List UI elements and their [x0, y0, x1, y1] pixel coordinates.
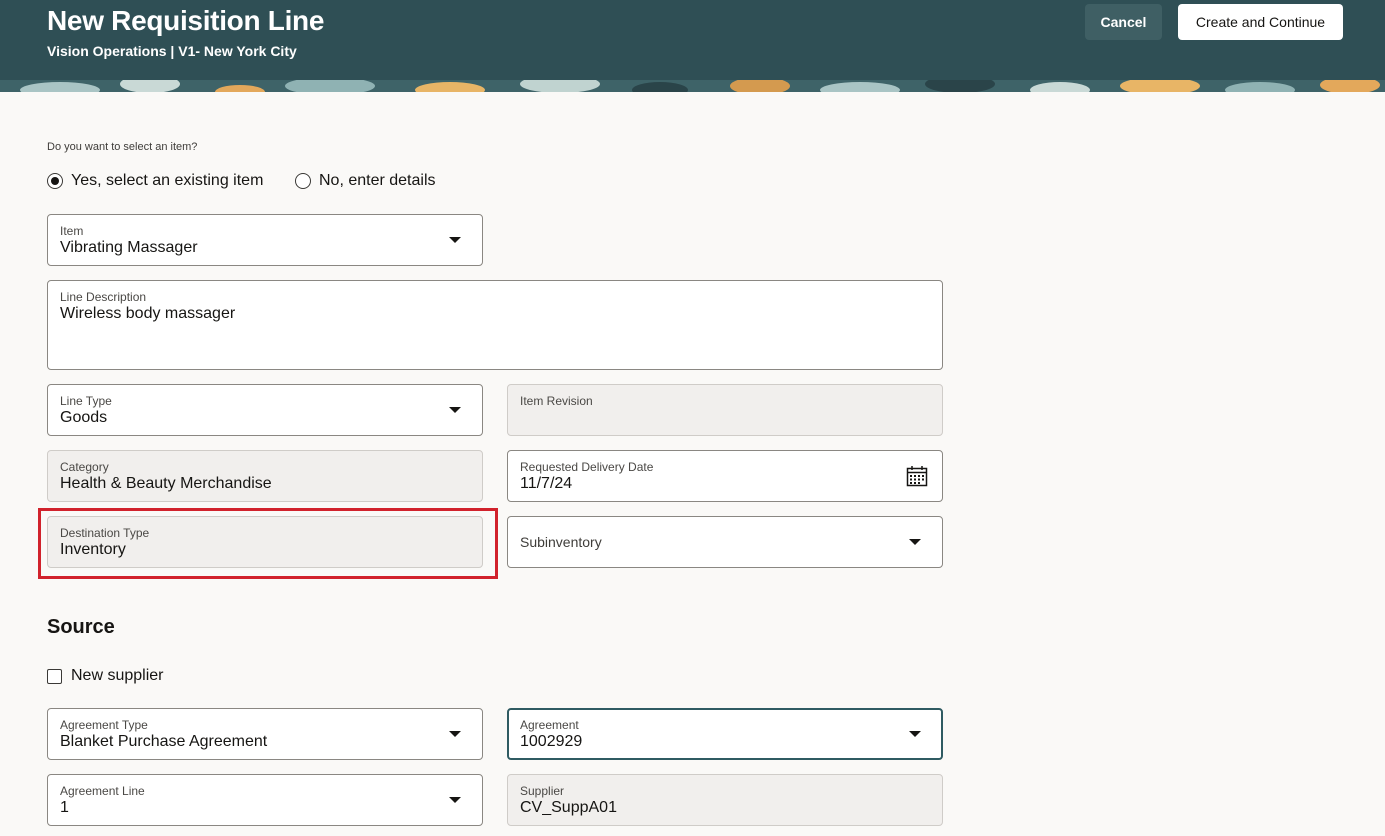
- field-label: Item Revision: [520, 394, 593, 408]
- chevron-down-icon[interactable]: [909, 731, 921, 737]
- field-label: Line Description: [60, 290, 147, 304]
- radio-unchecked-icon: [295, 173, 311, 189]
- agreement-line-select[interactable]: Agreement Line 1: [47, 774, 483, 826]
- field-label: Destination Type: [60, 526, 150, 540]
- radio-checked-icon: [47, 173, 63, 189]
- destination-type-field: Destination Type Inventory: [47, 516, 483, 568]
- field-value: Health & Beauty Merchandise: [60, 475, 272, 492]
- field-value: Goods: [60, 409, 108, 426]
- checkbox-unchecked-icon: [47, 668, 62, 684]
- subinventory-select[interactable]: Subinventory: [507, 516, 943, 568]
- field-label: Agreement Line: [60, 784, 145, 798]
- requested-delivery-date-input[interactable]: Requested Delivery Date 11/7/24: [507, 450, 943, 502]
- field-value: Wireless body massager: [60, 305, 236, 322]
- page-header: New Requisition Line Vision Operations |…: [0, 0, 1385, 92]
- chevron-down-icon[interactable]: [449, 797, 461, 803]
- checkbox-label: New supplier: [71, 667, 164, 684]
- field-value: 11/7/24: [520, 475, 573, 492]
- page-subtitle: Vision Operations | V1- New York City: [47, 43, 297, 59]
- field-value: Inventory: [60, 541, 126, 558]
- field-value: Vibrating Massager: [60, 239, 198, 256]
- field-label: Agreement Type: [60, 718, 148, 732]
- field-label: Agreement: [520, 718, 579, 732]
- radio-label: Yes, select an existing item: [71, 172, 264, 189]
- new-supplier-checkbox[interactable]: New supplier: [47, 667, 163, 685]
- cancel-button[interactable]: Cancel: [1085, 4, 1162, 40]
- field-label: Supplier: [520, 784, 565, 798]
- field-label: Category: [60, 460, 109, 474]
- calendar-icon[interactable]: [906, 465, 928, 487]
- item-select[interactable]: Item Vibrating Massager: [47, 214, 483, 266]
- supplier-field: Supplier CV_SuppA01: [507, 774, 943, 826]
- field-label: Requested Delivery Date: [520, 460, 654, 474]
- radio-select-existing-item[interactable]: Yes, select an existing item: [47, 172, 263, 190]
- item-selection-question: Do you want to select an item?: [47, 141, 198, 153]
- line-type-select[interactable]: Line Type Goods: [47, 384, 483, 436]
- radio-enter-details[interactable]: No, enter details: [295, 172, 436, 190]
- field-label: Item: [60, 224, 84, 238]
- radio-label: No, enter details: [319, 172, 436, 189]
- field-value: 1: [60, 799, 69, 816]
- category-field: Category Health & Beauty Merchandise: [47, 450, 483, 502]
- create-and-continue-button[interactable]: Create and Continue: [1178, 4, 1343, 40]
- page-title: New Requisition Line: [47, 5, 325, 36]
- field-label: Subinventory: [520, 534, 602, 550]
- chevron-down-icon[interactable]: [449, 731, 461, 737]
- item-revision-field: Item Revision: [507, 384, 943, 436]
- field-value: Blanket Purchase Agreement: [60, 733, 268, 750]
- decorative-banner: [0, 80, 1385, 92]
- agreement-type-select[interactable]: Agreement Type Blanket Purchase Agreemen…: [47, 708, 483, 760]
- field-value: CV_SuppA01: [520, 799, 617, 816]
- chevron-down-icon[interactable]: [449, 237, 461, 243]
- chevron-down-icon[interactable]: [449, 407, 461, 413]
- line-description-textarea[interactable]: Line Description Wireless body massager: [47, 280, 943, 370]
- source-section-title: Source: [47, 616, 115, 638]
- agreement-select[interactable]: Agreement 1002929: [507, 708, 943, 760]
- field-value: 1002929: [520, 733, 583, 750]
- chevron-down-icon[interactable]: [909, 539, 921, 545]
- field-label: Line Type: [60, 394, 112, 408]
